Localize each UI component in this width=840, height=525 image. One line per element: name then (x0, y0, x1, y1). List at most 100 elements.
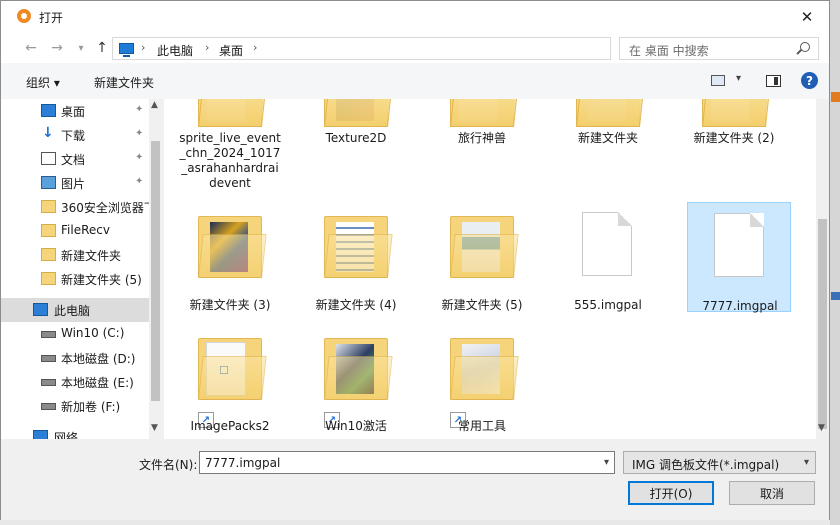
sidebar-item-filerecv[interactable]: FileRecv (1, 219, 149, 243)
file-name: 555.imgpal (574, 298, 642, 312)
sidebar-item-this-pc[interactable]: 此电脑 (1, 298, 149, 322)
new-folder-button[interactable]: 新建文件夹 (94, 74, 154, 91)
chevron-right-icon[interactable]: › (141, 41, 145, 54)
filename-value[interactable]: 7777.imgpal (205, 456, 280, 470)
file-type-select[interactable]: IMG 调色板文件(*.imgpal) ▾ (623, 451, 816, 474)
sidebar-item-label: 新建文件夹 (61, 249, 122, 263)
up-arrow-icon[interactable]: ↑ (92, 39, 112, 57)
forward-arrow-icon[interactable]: → (47, 39, 67, 57)
file-type-value: IMG 调色板文件(*.imgpal) (632, 458, 780, 472)
drive-icon (41, 379, 56, 386)
sidebar-item-downloads[interactable]: ↓ 下载 ✦ (1, 123, 149, 147)
computer-icon (119, 43, 134, 57)
folder-icon (198, 99, 267, 127)
sidebar-item-label: 新建文件夹 (5) (61, 273, 142, 287)
preview-pane-icon[interactable] (766, 75, 781, 87)
sidebar-item-drive-c[interactable]: Win10 (C:) (1, 322, 149, 346)
file-name: 常用工具 (457, 419, 506, 433)
generic-file-icon (714, 213, 764, 277)
search-input[interactable]: 在 桌面 中搜索 (619, 37, 819, 60)
change-view-icon[interactable] (711, 75, 725, 86)
file-item-selected[interactable]: 7777.imgpal (687, 202, 791, 313)
sidebar-item-label: 本地磁盘 (D:) (61, 352, 136, 366)
file-name: ImagePacks2 (190, 419, 270, 433)
pin-icon: ✦ (135, 104, 144, 115)
scrollbar-thumb[interactable] (151, 141, 160, 401)
folder-icon (41, 272, 56, 285)
folder-item[interactable]: 新建文件夹 (556, 99, 660, 169)
shortcut-item[interactable]: ↗ 常用工具 (430, 324, 534, 434)
recent-locations-dropdown[interactable]: ▾ (71, 39, 91, 57)
drive-icon (41, 331, 56, 338)
chevron-right-icon[interactable]: › (253, 41, 257, 54)
sidebar-item-pictures[interactable]: 图片 ✦ (1, 171, 149, 195)
folder-item[interactable]: 新建文件夹 (3) (178, 202, 282, 312)
help-icon[interactable]: ? (801, 72, 818, 89)
chevron-right-icon[interactable]: › (205, 41, 209, 54)
breadcrumb-this-pc[interactable]: 此电脑 (157, 42, 193, 59)
download-icon: ↓ (42, 125, 54, 141)
background-accent (831, 92, 840, 102)
shortcut-item[interactable]: ↗ ImagePacks2 (178, 324, 282, 434)
file-item[interactable]: 555.imgpal (556, 202, 660, 312)
sidebar-item-360-browser[interactable]: 360安全浏览器下 (1, 195, 149, 219)
folder-icon (450, 99, 519, 127)
shortcut-item[interactable]: ↗ Win10激活 (304, 324, 408, 434)
folder-item[interactable]: 新建文件夹 (4) (304, 202, 408, 312)
folder-icon (576, 99, 645, 127)
organize-menu[interactable]: 组织 ▾ (26, 74, 60, 91)
back-arrow-icon[interactable]: ← (21, 39, 41, 57)
file-name: 新建文件夹 (577, 131, 638, 145)
address-bar[interactable]: › 此电脑 › 桌面 › ▾ ↻ (112, 37, 710, 60)
folder-icon (41, 224, 56, 237)
filename-input[interactable]: 7777.imgpal ▾ (199, 451, 615, 474)
cancel-button[interactable]: 取消 (729, 481, 815, 505)
chevron-down-icon[interactable]: ▾ (604, 457, 609, 468)
scroll-up-icon[interactable]: ▲ (151, 100, 158, 110)
view-options-dropdown[interactable]: ▾ (736, 73, 741, 84)
file-name: 新建文件夹 (3) (189, 298, 271, 312)
close-button[interactable]: ✕ (785, 1, 829, 33)
folder-icon (198, 210, 267, 278)
navigation-bar: ← → ▾ ↑ › 此电脑 › 桌面 › ▾ ↻ 在 桌面 中搜索 (1, 33, 829, 63)
sidebar-item-new-folder-5[interactable]: 新建文件夹 (5) (1, 267, 149, 291)
open-file-dialog: 打开 ✕ ← → ▾ ↑ › 此电脑 › 桌面 › ▾ ↻ 在 桌面 中搜索 组… (0, 0, 830, 520)
sidebar-item-drive-d[interactable]: 本地磁盘 (D:) (1, 346, 149, 370)
folder-item[interactable]: Texture2D (304, 99, 408, 169)
file-name: 新建文件夹 (5) (441, 298, 523, 312)
sidebar-scrollbar[interactable]: ▲ ▼ (149, 99, 162, 439)
folder-icon (450, 210, 519, 278)
navigation-pane: 桌面 ✦ ↓ 下载 ✦ 文档 ✦ 图片 ✦ 360安全浏览器下 FileRecv (1, 99, 162, 439)
file-name: 7777.imgpal (702, 299, 778, 313)
breadcrumb-desktop[interactable]: 桌面 (219, 42, 243, 59)
drive-icon (41, 403, 56, 410)
sidebar-item-drive-e[interactable]: 本地磁盘 (E:) (1, 370, 149, 394)
folder-item[interactable]: sprite_live_event_chn_2024_1017_asrahanh… (178, 99, 282, 199)
file-list-scrollbar[interactable]: ▼ (816, 99, 829, 439)
folder-item[interactable]: 旅行神兽 (430, 99, 534, 169)
scroll-down-icon[interactable]: ▼ (818, 423, 825, 433)
sidebar-item-new-folder[interactable]: 新建文件夹 (1, 243, 149, 267)
folder-icon (41, 248, 56, 261)
folder-icon (198, 332, 267, 400)
sidebar-item-documents[interactable]: 文档 ✦ (1, 147, 149, 171)
background-window (830, 0, 840, 525)
background-accent-2 (831, 292, 840, 300)
folder-icon (702, 99, 771, 127)
scrollbar-thumb[interactable] (818, 219, 827, 429)
sidebar-item-drive-f[interactable]: 新加卷 (F:) (1, 394, 149, 418)
sidebar-item-label: 网络 (54, 431, 79, 439)
search-icon[interactable] (800, 42, 810, 52)
folder-icon (450, 332, 519, 400)
open-button[interactable]: 打开(O) (628, 481, 714, 505)
chevron-down-icon[interactable]: ▾ (804, 457, 809, 468)
sidebar-item-label: 本地磁盘 (E:) (61, 376, 134, 390)
sidebar-item-network[interactable]: 网络 (1, 425, 149, 439)
scroll-down-icon[interactable]: ▼ (151, 423, 158, 433)
filename-label: 文件名(N): (139, 458, 198, 472)
folder-item[interactable]: 新建文件夹 (5) (430, 202, 534, 312)
file-name: Win10激活 (325, 419, 387, 433)
folder-item[interactable]: 新建文件夹 (2) (682, 99, 786, 169)
sidebar-item-desktop[interactable]: 桌面 ✦ (1, 99, 149, 123)
computer-icon (33, 303, 48, 316)
